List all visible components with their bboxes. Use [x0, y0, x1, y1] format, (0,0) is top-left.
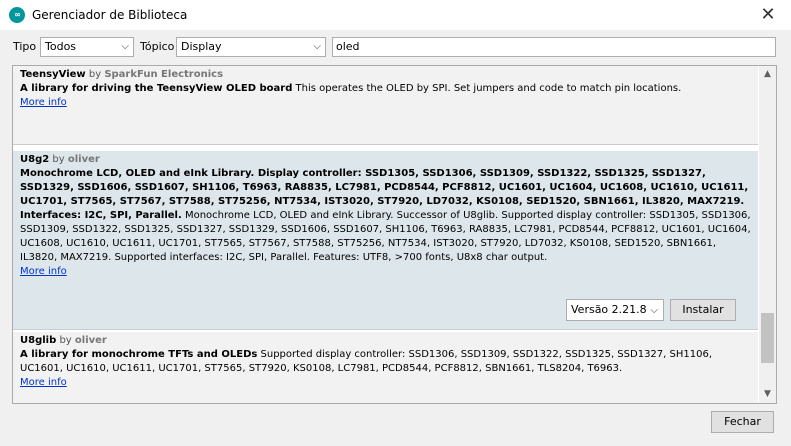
list-item[interactable]: TeensyView by SparkFun Electronics A lib…	[13, 66, 758, 145]
arduino-icon: ∞	[9, 7, 25, 23]
title-bar: ∞ Gerenciador de Biblioteca ✕	[0, 0, 791, 30]
library-by: by	[52, 154, 65, 165]
list-item[interactable]: U8g2 by oliver Monochrome LCD, OLED and …	[13, 151, 758, 330]
more-info-link[interactable]: More info	[20, 266, 67, 277]
type-select-value: Todos	[45, 40, 77, 53]
version-select-value: Versão 2.21.8	[571, 303, 647, 316]
chevron-down-icon: ⌵	[313, 41, 321, 52]
search-input[interactable]: oled	[332, 37, 776, 57]
topic-select-value: Display	[181, 40, 222, 53]
more-info-link[interactable]: More info	[20, 377, 67, 388]
type-select[interactable]: Todos ⌵	[40, 37, 134, 57]
more-info-link[interactable]: More info	[20, 97, 67, 108]
library-name: U8glib	[20, 335, 57, 346]
library-list: TeensyView by SparkFun Electronics A lib…	[12, 65, 777, 404]
scrollbar-thumb[interactable]	[761, 313, 774, 363]
window-title: Gerenciador de Biblioteca	[32, 8, 188, 22]
install-button[interactable]: Instalar	[670, 299, 736, 321]
filter-bar: Tipo Todos ⌵ Tópico Display ⌵ oled	[0, 34, 791, 60]
library-by: by	[88, 69, 102, 80]
library-author: oliver	[74, 335, 107, 346]
close-window-button[interactable]: ✕	[745, 0, 791, 30]
library-by: by	[59, 335, 72, 346]
topic-select[interactable]: Display ⌵	[176, 37, 326, 57]
library-summary: A library for driving the TeensyView OLE…	[20, 83, 293, 94]
topic-label: Tópico	[140, 40, 175, 53]
vertical-scrollbar[interactable]: ▲ ▼	[759, 66, 776, 403]
chevron-down-icon: ⌵	[121, 41, 129, 52]
library-author: oliver	[67, 154, 100, 165]
library-author: SparkFun Electronics	[104, 69, 224, 80]
library-name: U8g2	[20, 154, 50, 165]
library-description: This operates the OLED by SPI. Set jumpe…	[292, 83, 682, 94]
scroll-up-icon[interactable]: ▲	[759, 66, 776, 83]
type-label: Tipo	[13, 40, 37, 53]
library-summary: A library for monochrome TFTs and OLEDs	[20, 349, 258, 360]
close-button[interactable]: Fechar	[711, 411, 774, 433]
list-item[interactable]: U8glib by oliver A library for monochrom…	[13, 332, 758, 403]
library-name: TeensyView	[20, 69, 86, 80]
version-select[interactable]: Versão 2.21.8 ⌵	[566, 299, 664, 321]
chevron-down-icon: ⌵	[650, 305, 658, 316]
scroll-down-icon[interactable]: ▼	[759, 386, 776, 403]
